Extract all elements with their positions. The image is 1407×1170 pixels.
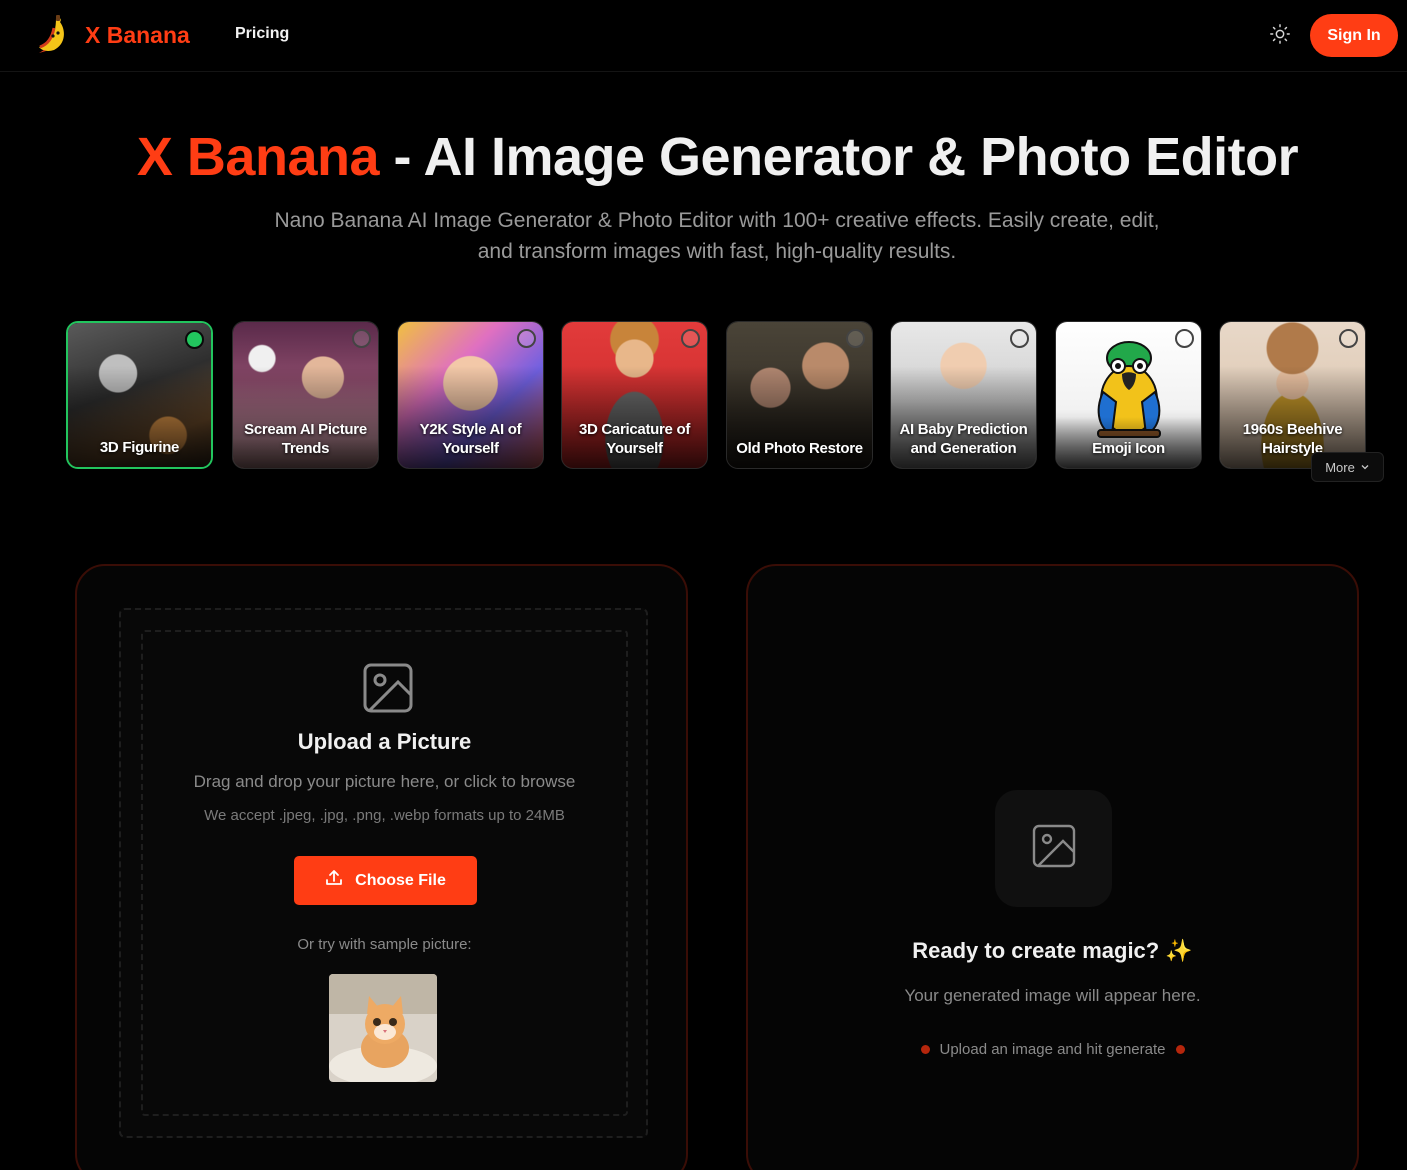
effect-radio[interactable]	[681, 329, 700, 348]
effect-card-y2k-style[interactable]: Y2K Style AI of Yourself	[397, 321, 544, 469]
ready-subtitle: Your generated image will appear here.	[904, 986, 1201, 1005]
upload-dropzone[interactable]: Upload a Picture Drag and drop your pict…	[119, 608, 648, 1138]
effect-radio[interactable]	[1339, 329, 1358, 348]
more-label: More	[1325, 459, 1355, 475]
ready-title: Ready to create magic? ✨	[912, 938, 1193, 963]
effect-label: Y2K Style AI of Yourself	[419, 421, 522, 457]
upload-title: Upload a Picture	[297, 729, 472, 754]
effect-card-3d-figurine[interactable]: 3D Figurine	[66, 321, 213, 469]
banana-logo-icon[interactable]	[36, 14, 72, 54]
page-subtitle: Nano Banana AI Image Generator & Photo E…	[274, 209, 1160, 263]
image-icon	[362, 662, 414, 714]
sample-picture-kitten[interactable]	[329, 974, 437, 1082]
page-title: X Banana - AI Image Generator & Photo Ed…	[0, 126, 1407, 188]
upload-dropzone-inner: Upload a Picture Drag and drop your pict…	[141, 630, 628, 1116]
choose-file-label: Choose File	[355, 871, 446, 889]
ready-hint-text: Upload an image and hit generate	[939, 1041, 1166, 1058]
upload-formats: We accept .jpeg, .jpg, .png, .webp forma…	[204, 807, 565, 824]
chevron-down-icon	[1360, 460, 1370, 475]
effect-card-ai-baby[interactable]: AI Baby Prediction and Generation	[890, 321, 1037, 469]
brand-name[interactable]: X Banana	[85, 22, 190, 49]
top-nav: X Banana Pricing Sign In	[0, 0, 1407, 72]
upload-description: Drag and drop your picture here, or clic…	[193, 772, 576, 791]
result-panel: Ready to create magic? ✨ Your generated …	[746, 564, 1359, 1170]
page-title-brand: X Banana	[136, 127, 380, 187]
sample-label: Or try with sample picture:	[297, 936, 472, 953]
effects-carousel: 3D Figurine Scream AI Picture Trends Y2K…	[66, 321, 1366, 471]
effect-card-3d-caricature[interactable]: 3D Caricature of Yourself	[561, 321, 708, 469]
upload-icon	[325, 869, 343, 892]
effect-label: AI Baby Prediction and Generation	[899, 421, 1028, 457]
effect-card-old-photo-restore[interactable]: Old Photo Restore	[726, 321, 873, 469]
effect-label: 3D Caricature of Yourself	[578, 421, 691, 457]
nav-pricing-link[interactable]: Pricing	[235, 25, 289, 43]
theme-toggle-button[interactable]	[1266, 22, 1294, 50]
sun-icon	[1269, 23, 1291, 50]
effect-radio[interactable]	[1175, 329, 1194, 348]
effect-radio[interactable]	[517, 329, 536, 348]
effect-radio[interactable]	[185, 330, 204, 349]
effect-card-emoji-icon[interactable]: Emoji Icon	[1055, 321, 1202, 469]
effect-label: Scream AI Picture Trends	[244, 421, 367, 457]
choose-file-button[interactable]: Choose File	[294, 856, 477, 905]
ready-hint: Upload an image and hit generate	[748, 1041, 1357, 1058]
upload-panel: Upload a Picture Drag and drop your pict…	[75, 564, 688, 1170]
image-icon	[1032, 824, 1076, 873]
effect-label: Emoji Icon	[1092, 440, 1165, 457]
effect-label: 3D Figurine	[99, 439, 180, 456]
effect-card-scream-ai[interactable]: Scream AI Picture Trends	[232, 321, 379, 469]
status-dot	[1175, 1045, 1185, 1054]
result-placeholder	[995, 790, 1112, 907]
more-effects-button[interactable]: More	[1311, 452, 1384, 482]
effect-radio[interactable]	[1010, 329, 1029, 348]
status-dot	[920, 1045, 930, 1054]
page-title-text: - AI Image Generator & Photo Editor	[379, 127, 1299, 187]
effect-radio[interactable]	[846, 329, 865, 348]
effect-label: Old Photo Restore	[736, 440, 863, 457]
effect-card-1960s-beehive[interactable]: 1960s Beehive Hairstyle	[1219, 321, 1366, 469]
sign-in-button[interactable]: Sign In	[1310, 14, 1398, 57]
effect-radio[interactable]	[352, 329, 371, 348]
